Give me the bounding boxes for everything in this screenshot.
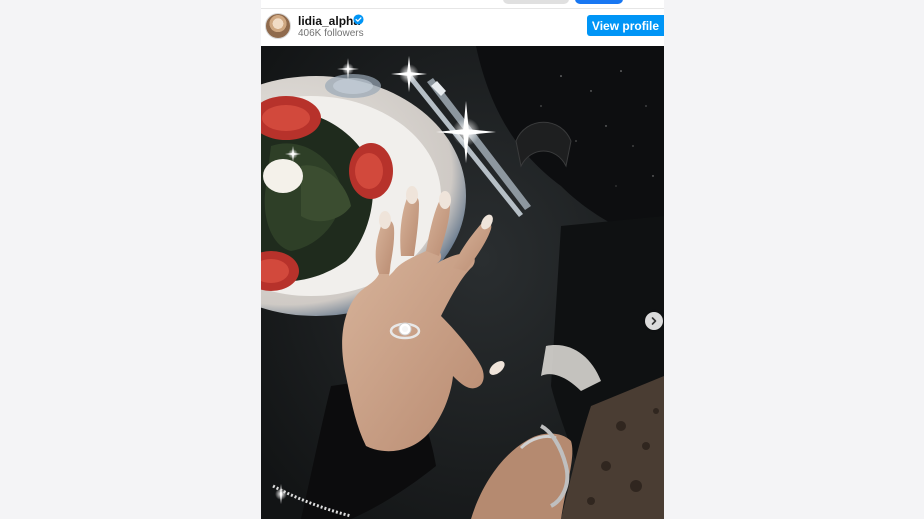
previous-post-button-secondary[interactable] — [503, 0, 569, 4]
next-image-button[interactable] — [645, 312, 663, 330]
post-card: lidia_alpha 406K followers View profile — [261, 0, 664, 519]
page: lidia_alpha 406K followers View profile — [0, 0, 924, 519]
post-photo-illustration — [261, 46, 664, 519]
post-image[interactable] — [261, 46, 664, 519]
post-header: lidia_alpha 406K followers View profile — [261, 9, 664, 46]
verified-badge-icon — [353, 14, 364, 25]
username[interactable]: lidia_alpha — [298, 14, 360, 28]
previous-post-button-primary[interactable] — [575, 0, 623, 4]
chevron-right-icon — [651, 317, 657, 325]
avatar[interactable] — [265, 13, 291, 39]
view-profile-button[interactable]: View profile — [587, 15, 664, 36]
follower-count: 406K followers — [298, 28, 364, 39]
previous-post-edge — [261, 0, 664, 9]
